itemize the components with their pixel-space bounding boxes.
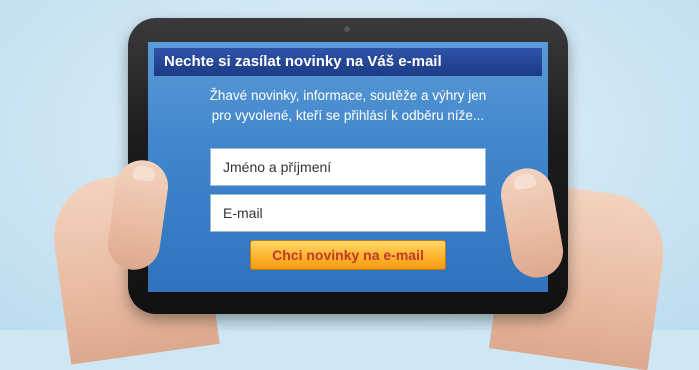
subscribe-button[interactable]: Chci novinky na e-mail <box>250 240 446 270</box>
email-field[interactable] <box>210 194 486 232</box>
name-field[interactable] <box>210 148 486 186</box>
camera-icon <box>344 26 350 32</box>
tagline-line-2: pro vyvolené, kteří se přihlásí k odběru… <box>211 108 485 123</box>
tablet-screen: Nechte si zasílat novinky na Váš e-mail … <box>148 42 548 292</box>
right-thumbnail <box>512 172 537 191</box>
tagline-line-1: Žhavé novinky, informace, soutěže a výhr… <box>209 88 487 103</box>
tablet-device: Nechte si zasílat novinky na Váš e-mail … <box>128 18 568 314</box>
newsletter-tagline: Žhavé novinky, informace, soutěže a výhr… <box>162 86 534 126</box>
newsletter-title: Nechte si zasílat novinky na Váš e-mail <box>154 48 542 76</box>
left-thumbnail <box>131 164 156 182</box>
